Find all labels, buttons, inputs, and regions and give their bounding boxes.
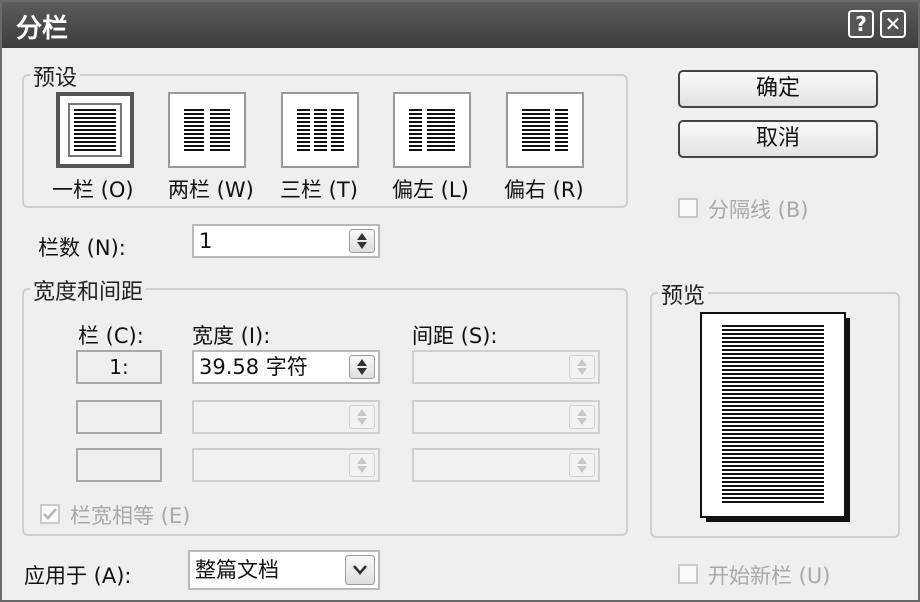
apply-to-value: 整篇文档 bbox=[195, 558, 279, 582]
spin-up-icon bbox=[577, 409, 587, 416]
preset-three-columns-label[interactable]: 三栏 (T) bbox=[280, 174, 358, 204]
width-input-1[interactable]: 39.58 字符 bbox=[192, 350, 380, 384]
spin-up-icon bbox=[357, 457, 367, 464]
width-spacing-legend: 宽度和间距 bbox=[30, 274, 147, 306]
two-columns-icon bbox=[184, 109, 230, 151]
preview-legend: 预览 bbox=[658, 278, 709, 310]
spin-down-icon bbox=[577, 418, 587, 425]
apply-to-label: 应用于 (A): bbox=[24, 564, 132, 588]
preset-right-label[interactable]: 偏右 (R) bbox=[504, 174, 584, 204]
spin-up-icon bbox=[357, 359, 367, 366]
col-header: 栏 (C): bbox=[78, 324, 144, 348]
width-input-2[interactable] bbox=[192, 400, 380, 434]
num-columns-value: 1 bbox=[199, 229, 213, 253]
divider-line-label: 分隔线 (B) bbox=[708, 198, 809, 222]
preset-two-columns-label[interactable]: 两栏 (W) bbox=[168, 174, 254, 204]
spacing-input-1[interactable] bbox=[412, 350, 600, 384]
spin-down-icon bbox=[357, 466, 367, 473]
width-spinner-2[interactable] bbox=[349, 405, 375, 429]
spin-down-icon bbox=[357, 368, 367, 375]
spin-up-icon bbox=[357, 409, 367, 416]
width-header: 宽度 (I): bbox=[192, 324, 271, 348]
num-columns-input[interactable]: 1 bbox=[192, 224, 380, 258]
width-value-1: 39.58 字符 bbox=[199, 355, 308, 379]
width-spinner-1[interactable] bbox=[349, 355, 375, 379]
spacing-spinner-1[interactable] bbox=[569, 355, 595, 379]
width-input-3[interactable] bbox=[192, 448, 380, 482]
width-spinner-3[interactable] bbox=[349, 453, 375, 477]
spacing-input-2[interactable] bbox=[412, 400, 600, 434]
col-number-1: 1: bbox=[76, 350, 162, 384]
preset-left-label[interactable]: 偏左 (L) bbox=[392, 174, 469, 204]
preset-left[interactable] bbox=[393, 92, 471, 168]
dropdown-button[interactable] bbox=[345, 555, 375, 585]
start-new-column-checkbox[interactable] bbox=[678, 564, 698, 584]
three-columns-icon bbox=[297, 109, 344, 151]
spin-down-icon bbox=[357, 418, 367, 425]
dialog-title: 分栏 bbox=[16, 14, 69, 44]
spacing-spinner-2[interactable] bbox=[569, 405, 595, 429]
right-column-icon bbox=[522, 109, 568, 151]
col-number-3 bbox=[76, 448, 162, 482]
spacing-spinner-3[interactable] bbox=[569, 453, 595, 477]
ok-button[interactable]: 确定 bbox=[678, 70, 878, 108]
presets-legend: 预设 bbox=[30, 60, 81, 92]
preview-page bbox=[700, 312, 850, 522]
preset-one-column[interactable] bbox=[56, 92, 134, 168]
col-number-2 bbox=[76, 400, 162, 434]
preset-one-column-label[interactable]: 一栏 (O) bbox=[52, 174, 134, 204]
apply-to-dropdown[interactable]: 整篇文档 bbox=[188, 550, 380, 590]
num-columns-label: 栏数 (N): bbox=[38, 236, 126, 260]
preset-right[interactable] bbox=[506, 92, 584, 168]
num-columns-spinner[interactable] bbox=[349, 229, 375, 253]
spin-down-icon bbox=[577, 368, 587, 375]
start-new-column-label: 开始新栏 (U) bbox=[708, 564, 831, 588]
spin-up-icon bbox=[577, 359, 587, 366]
preset-two-columns[interactable] bbox=[168, 92, 246, 168]
equal-width-label: 栏宽相等 (E) bbox=[70, 504, 191, 528]
close-button[interactable]: ✕ bbox=[880, 10, 906, 38]
preset-three-columns[interactable] bbox=[281, 92, 359, 168]
checkmark-icon bbox=[43, 508, 57, 520]
spin-down-icon bbox=[357, 242, 367, 249]
cancel-button[interactable]: 取消 bbox=[678, 120, 878, 158]
equal-width-checkbox[interactable] bbox=[40, 504, 60, 524]
chevron-down-icon bbox=[353, 565, 367, 575]
spacing-input-3[interactable] bbox=[412, 448, 600, 482]
columns-dialog: 分栏 ? ✕ 预设 一栏 (O) 两栏 (W) 三栏 (T) 偏左 (L) 偏右… bbox=[0, 0, 920, 602]
left-column-icon bbox=[409, 109, 455, 151]
one-column-icon bbox=[68, 103, 122, 157]
spin-up-icon bbox=[577, 457, 587, 464]
spin-up-icon bbox=[357, 233, 367, 240]
divider-line-checkbox[interactable] bbox=[678, 198, 698, 218]
spin-down-icon bbox=[577, 466, 587, 473]
spacing-header: 间距 (S): bbox=[412, 324, 498, 348]
title-bar[interactable]: 分栏 ? ✕ bbox=[2, 2, 918, 48]
help-button[interactable]: ? bbox=[848, 10, 874, 38]
